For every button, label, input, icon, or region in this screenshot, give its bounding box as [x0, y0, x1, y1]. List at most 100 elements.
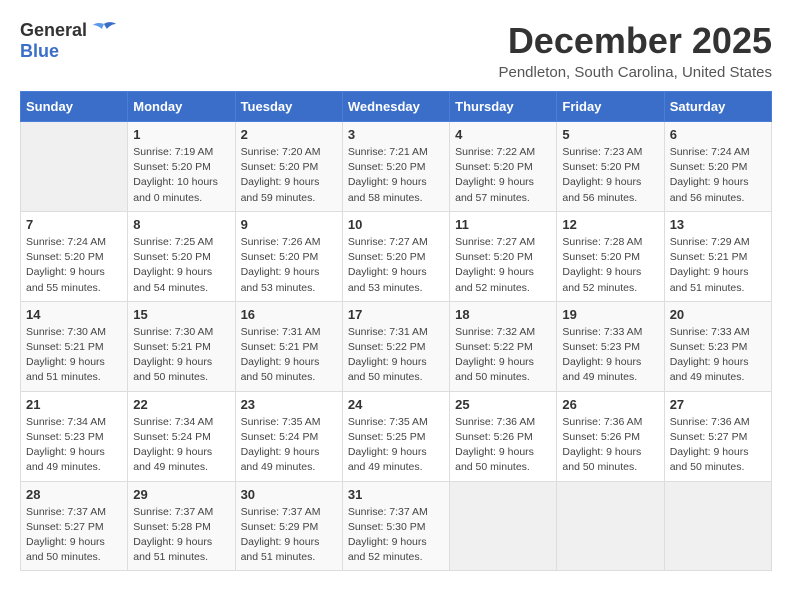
day-info: Sunrise: 7:33 AM Sunset: 5:23 PM Dayligh… — [670, 325, 766, 386]
calendar-week-2: 7Sunrise: 7:24 AM Sunset: 5:20 PM Daylig… — [21, 211, 772, 301]
logo-blue-text: Blue — [20, 41, 59, 61]
day-info: Sunrise: 7:37 AM Sunset: 5:30 PM Dayligh… — [348, 505, 444, 566]
day-number: 9 — [241, 217, 337, 232]
calendar-cell: 1 Sunrise: 7:19 AM Sunset: 5:20 PM Daylig… — [128, 122, 235, 212]
day-number: 3 — [348, 127, 444, 142]
calendar-cell: 9 Sunrise: 7:26 AM Sunset: 5:20 PM Daylig… — [235, 211, 342, 301]
header-day-sunday: Sunday — [21, 92, 128, 122]
calendar-cell — [21, 122, 128, 212]
day-number: 24 — [348, 397, 444, 412]
day-number: 13 — [670, 217, 766, 232]
day-number: 28 — [26, 487, 122, 502]
calendar-cell — [450, 481, 557, 571]
day-info: Sunrise: 7:35 AM Sunset: 5:24 PM Dayligh… — [241, 415, 337, 476]
day-info: Sunrise: 7:30 AM Sunset: 5:21 PM Dayligh… — [133, 325, 229, 386]
title-section: December 2025 Pendleton, South Carolina,… — [498, 20, 772, 81]
calendar-cell: 20 Sunrise: 7:33 AM Sunset: 5:23 PM Dayli… — [664, 301, 771, 391]
calendar-cell: 2Sunrise: 7:20 AM Sunset: 5:20 PM Daylig… — [235, 122, 342, 212]
day-info: Sunrise: 7:26 AM Sunset: 5:20 PM Dayligh… — [241, 235, 337, 296]
day-number: 19 — [562, 307, 658, 322]
day-info: Sunrise: 7:19 AM Sunset: 5:20 PM Dayligh… — [133, 145, 229, 206]
day-number: 26 — [562, 397, 658, 412]
calendar-cell: 12Sunrise: 7:28 AM Sunset: 5:20 PM Dayli… — [557, 211, 664, 301]
day-info: Sunrise: 7:31 AM Sunset: 5:22 PM Dayligh… — [348, 325, 444, 386]
day-info: Sunrise: 7:23 AM Sunset: 5:20 PM Dayligh… — [562, 145, 658, 206]
calendar-cell: 10 Sunrise: 7:27 AM Sunset: 5:20 PM Dayli… — [342, 211, 449, 301]
header-day-tuesday: Tuesday — [235, 92, 342, 122]
day-info: Sunrise: 7:34 AM Sunset: 5:23 PM Dayligh… — [26, 415, 122, 476]
logo: General Blue — [20, 20, 117, 62]
day-number: 25 — [455, 397, 551, 412]
day-number: 8 — [133, 217, 229, 232]
day-number: 29 — [133, 487, 229, 502]
calendar-cell: 14 Sunrise: 7:30 AM Sunset: 5:21 PM Dayli… — [21, 301, 128, 391]
day-info: Sunrise: 7:22 AM Sunset: 5:20 PM Dayligh… — [455, 145, 551, 206]
calendar-cell: 4 Sunrise: 7:22 AM Sunset: 5:20 PM Daylig… — [450, 122, 557, 212]
day-info: Sunrise: 7:36 AM Sunset: 5:27 PM Dayligh… — [670, 415, 766, 476]
header-day-wednesday: Wednesday — [342, 92, 449, 122]
day-number: 20 — [670, 307, 766, 322]
day-number: 21 — [26, 397, 122, 412]
day-number: 23 — [241, 397, 337, 412]
day-number: 16 — [241, 307, 337, 322]
calendar-body: 1 Sunrise: 7:19 AM Sunset: 5:20 PM Daylig… — [21, 122, 772, 571]
logo-general-text: General — [20, 20, 87, 41]
calendar-cell: 16 Sunrise: 7:31 AM Sunset: 5:21 PM Dayli… — [235, 301, 342, 391]
calendar-week-3: 14 Sunrise: 7:30 AM Sunset: 5:21 PM Dayli… — [21, 301, 772, 391]
day-number: 30 — [241, 487, 337, 502]
calendar-cell: 22Sunrise: 7:34 AM Sunset: 5:24 PM Dayli… — [128, 391, 235, 481]
day-number: 18 — [455, 307, 551, 322]
day-info: Sunrise: 7:36 AM Sunset: 5:26 PM Dayligh… — [455, 415, 551, 476]
day-number: 27 — [670, 397, 766, 412]
day-info: Sunrise: 7:33 AM Sunset: 5:23 PM Dayligh… — [562, 325, 658, 386]
day-info: Sunrise: 7:27 AM Sunset: 5:20 PM Dayligh… — [348, 235, 444, 296]
day-info: Sunrise: 7:24 AM Sunset: 5:20 PM Dayligh… — [26, 235, 122, 296]
calendar-cell: 23 Sunrise: 7:35 AM Sunset: 5:24 PM Dayli… — [235, 391, 342, 481]
calendar-cell: 30 Sunrise: 7:37 AM Sunset: 5:29 PM Dayli… — [235, 481, 342, 571]
day-info: Sunrise: 7:25 AM Sunset: 5:20 PM Dayligh… — [133, 235, 229, 296]
calendar-cell: 17 Sunrise: 7:31 AM Sunset: 5:22 PM Dayli… — [342, 301, 449, 391]
header-row: SundayMondayTuesdayWednesdayThursdayFrid… — [21, 92, 772, 122]
calendar-cell — [557, 481, 664, 571]
calendar-cell: 7Sunrise: 7:24 AM Sunset: 5:20 PM Daylig… — [21, 211, 128, 301]
day-number: 2 — [241, 127, 337, 142]
calendar-table: SundayMondayTuesdayWednesdayThursdayFrid… — [20, 91, 772, 571]
day-number: 4 — [455, 127, 551, 142]
calendar-cell: 31 Sunrise: 7:37 AM Sunset: 5:30 PM Dayli… — [342, 481, 449, 571]
calendar-cell: 21 Sunrise: 7:34 AM Sunset: 5:23 PM Dayli… — [21, 391, 128, 481]
calendar-cell: 15Sunrise: 7:30 AM Sunset: 5:21 PM Dayli… — [128, 301, 235, 391]
calendar-week-1: 1 Sunrise: 7:19 AM Sunset: 5:20 PM Daylig… — [21, 122, 772, 212]
day-info: Sunrise: 7:31 AM Sunset: 5:21 PM Dayligh… — [241, 325, 337, 386]
day-number: 11 — [455, 217, 551, 232]
calendar-cell: 26 Sunrise: 7:36 AM Sunset: 5:26 PM Dayli… — [557, 391, 664, 481]
day-number: 17 — [348, 307, 444, 322]
calendar-cell: 27 Sunrise: 7:36 AM Sunset: 5:27 PM Dayli… — [664, 391, 771, 481]
calendar-cell: 5 Sunrise: 7:23 AM Sunset: 5:20 PM Daylig… — [557, 122, 664, 212]
page-header: General Blue December 2025 Pendleton, So… — [20, 20, 772, 81]
calendar-week-4: 21 Sunrise: 7:34 AM Sunset: 5:23 PM Dayli… — [21, 391, 772, 481]
header-day-saturday: Saturday — [664, 92, 771, 122]
calendar-cell: 25 Sunrise: 7:36 AM Sunset: 5:26 PM Dayli… — [450, 391, 557, 481]
day-number: 14 — [26, 307, 122, 322]
header-day-friday: Friday — [557, 92, 664, 122]
day-number: 10 — [348, 217, 444, 232]
day-info: Sunrise: 7:34 AM Sunset: 5:24 PM Dayligh… — [133, 415, 229, 476]
calendar-header: SundayMondayTuesdayWednesdayThursdayFrid… — [21, 92, 772, 122]
calendar-cell: 6Sunrise: 7:24 AM Sunset: 5:20 PM Daylig… — [664, 122, 771, 212]
calendar-cell: 3Sunrise: 7:21 AM Sunset: 5:20 PM Daylig… — [342, 122, 449, 212]
day-info: Sunrise: 7:28 AM Sunset: 5:20 PM Dayligh… — [562, 235, 658, 296]
day-info: Sunrise: 7:24 AM Sunset: 5:20 PM Dayligh… — [670, 145, 766, 206]
day-info: Sunrise: 7:37 AM Sunset: 5:29 PM Dayligh… — [241, 505, 337, 566]
day-info: Sunrise: 7:36 AM Sunset: 5:26 PM Dayligh… — [562, 415, 658, 476]
day-number: 1 — [133, 127, 229, 142]
day-info: Sunrise: 7:35 AM Sunset: 5:25 PM Dayligh… — [348, 415, 444, 476]
calendar-cell: 24 Sunrise: 7:35 AM Sunset: 5:25 PM Dayli… — [342, 391, 449, 481]
header-day-monday: Monday — [128, 92, 235, 122]
day-info: Sunrise: 7:27 AM Sunset: 5:20 PM Dayligh… — [455, 235, 551, 296]
day-info: Sunrise: 7:32 AM Sunset: 5:22 PM Dayligh… — [455, 325, 551, 386]
header-day-thursday: Thursday — [450, 92, 557, 122]
day-number: 31 — [348, 487, 444, 502]
day-info: Sunrise: 7:30 AM Sunset: 5:21 PM Dayligh… — [26, 325, 122, 386]
calendar-cell — [664, 481, 771, 571]
day-number: 5 — [562, 127, 658, 142]
